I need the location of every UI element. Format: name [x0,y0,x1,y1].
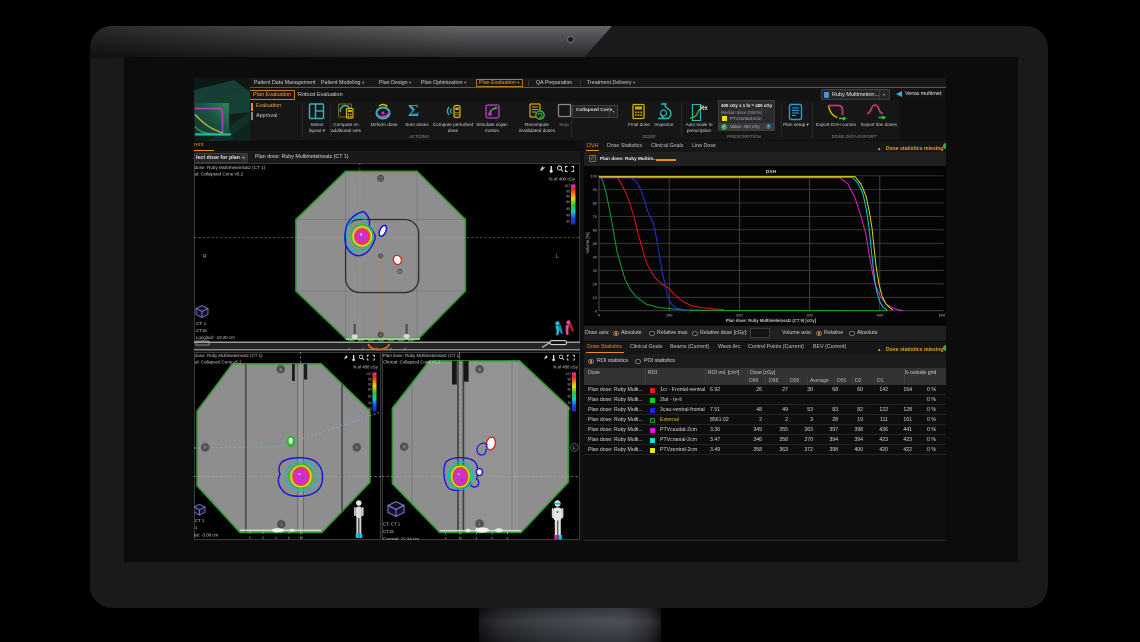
svg-text:I: I [479,521,480,526]
svg-text:CT: CT 1: CT: CT 1 [383,522,401,527]
svg-text:30: 30 [368,407,372,411]
svg-text:L: L [556,254,559,260]
svg-text:0: 0 [249,536,251,540]
svg-text:Longitud: -10.20 cm: Longitud: -10.20 cm [196,335,235,340]
svg-text:P: P [204,445,207,450]
svg-text:dose: Ruby Multimeteinsatz (CT: dose: Ruby Multimeteinsatz (CT 1) [195,165,266,170]
svg-text:Coronal: 22.34 cm: Coronal: 22.34 cm [383,537,419,541]
svg-text:% of 400 cGy: % of 400 cGy [553,365,579,370]
svg-text:60: 60 [566,207,570,211]
svg-text:60: 60 [368,395,372,399]
svg-text:al: Collapsed Cone v5.2: al: Collapsed Cone v5.2 [195,360,242,365]
svg-text:% of 400 cGy: % of 400 cGy [353,365,379,370]
svg-text:R: R [203,254,207,260]
svg-text:Rx: Rx [700,106,708,112]
svg-text:CT15: CT15 [196,328,207,333]
svg-text:8: 8 [301,536,303,540]
svg-text:6: 6 [390,347,392,351]
svg-text:95: 95 [567,377,571,381]
svg-text:40: 40 [368,401,372,405]
svg-text:0: 0 [445,537,447,541]
svg-text:100: 100 [591,173,598,178]
svg-text:400: 400 [877,313,884,318]
svg-text:100: 100 [666,313,673,318]
svg-text:DVH: DVH [766,169,777,175]
svg-text:90: 90 [566,195,570,199]
svg-text:95: 95 [368,377,372,381]
svg-text:CT 1: CT 1 [195,518,205,523]
svg-text:6: 6 [491,537,493,541]
svg-text:S: S [279,367,282,372]
svg-text:CT15: CT15 [383,529,394,534]
svg-text:4: 4 [476,537,478,541]
svg-text:A: A [355,445,358,450]
svg-text:al: Collapsed Cone v5.2: al: Collapsed Cone v5.2 [195,172,244,177]
svg-text:300: 300 [806,313,813,318]
svg-text:0: 0 [348,347,350,351]
svg-text:95: 95 [566,190,570,194]
svg-text:40: 40 [566,214,570,218]
svg-text:8: 8 [404,347,406,351]
svg-text:30: 30 [566,220,570,224]
svg-text:I: I [281,522,282,527]
svg-text:4: 4 [376,347,378,351]
svg-text:CT: 1: CT: 1 [196,321,207,326]
svg-text:Plan dose: Ruby Multimeteinsat: Plan dose: Ruby Multimeteinsatz (CT 9) [… [726,318,817,323]
svg-text:107: 107 [366,372,372,376]
svg-text:Volume [%]: Volume [%] [585,232,590,253]
svg-text:6: 6 [288,536,290,540]
svg-text:80: 80 [566,200,570,204]
svg-text:30: 30 [567,407,571,411]
svg-text:1: 1 [195,525,198,530]
svg-text:80: 80 [368,388,372,392]
svg-text:107: 107 [564,184,570,188]
svg-text:tal: -3.08 cm: tal: -3.08 cm [194,533,218,538]
svg-text:Clinical: Collapsed Cone v5.2: Clinical: Collapsed Cone v5.2 [383,360,441,365]
svg-text:80: 80 [567,388,571,392]
svg-text:40: 40 [567,401,571,405]
svg-text:107: 107 [566,372,572,376]
svg-text:200: 200 [736,313,743,318]
svg-text:90: 90 [567,382,571,386]
svg-text:Plan dose: Ruby Multimeteinsat: Plan dose: Ruby Multimeteinsatz (CT 1) [383,353,461,358]
svg-text:90: 90 [368,382,372,386]
svg-text:% of 400 cGy: % of 400 cGy [549,177,576,182]
svg-text:500: 500 [939,313,946,318]
svg-text:8: 8 [507,537,509,541]
svg-text:60: 60 [567,395,571,399]
svg-text:S: S [478,367,481,372]
svg-text:2: 2 [460,537,462,541]
svg-text:2: 2 [262,536,264,540]
svg-text:4: 4 [275,536,277,540]
svg-text:2: 2 [362,347,364,351]
svg-text:dose: Ruby Multimeteinsatz (CT: dose: Ruby Multimeteinsatz (CT 1) [195,353,263,358]
